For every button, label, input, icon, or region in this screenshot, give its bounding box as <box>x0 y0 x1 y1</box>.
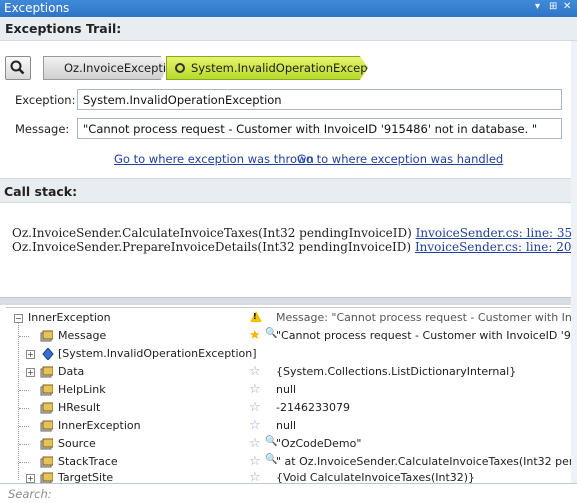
breadcrumb-oz-invoiceexception[interactable]: Oz.InvoiceException <box>43 56 167 80</box>
tree-row-value: "Cannot process request - Customer with … <box>276 329 577 342</box>
exceptions-trail-title: Exceptions Trail: <box>5 21 122 36</box>
tree-row-innerexception-child[interactable]: InnerException ☆ null <box>6 418 577 435</box>
search-button[interactable] <box>5 56 31 80</box>
call-stack-header: Call stack: <box>0 178 577 203</box>
call-stack-title: Call stack: <box>4 184 78 199</box>
magnifier-icon <box>10 60 25 75</box>
property-icon <box>40 402 53 414</box>
call-stack-pane: Oz.InvoiceSender.CalculateInvoiceTaxes(I… <box>0 203 577 297</box>
tree-connector <box>19 462 29 463</box>
stack-frame-source-link[interactable]: InvoiceSender.cs: line: 35 <box>416 226 573 240</box>
tree-row-targetsite[interactable]: + TargetSite ☆ {Void CalculateInvoiceTax… <box>6 470 577 483</box>
search-input[interactable]: Search: <box>8 487 52 501</box>
expand-icon[interactable]: + <box>26 368 35 377</box>
breadcrumb-label: Oz.InvoiceException <box>64 61 181 75</box>
property-icon <box>40 472 53 483</box>
tree-row-value: -2146233079 <box>276 401 350 414</box>
tree-row-name: Source <box>58 437 96 450</box>
stack-frame-method: Oz.InvoiceSender.CalculateInvoiceTaxes(I… <box>12 226 412 240</box>
window-title: Exceptions <box>4 1 70 15</box>
tree-row-name: [System.InvalidOperationException] <box>58 347 257 360</box>
tree-row-value: Message: "Cannot process request - Custo… <box>276 311 577 324</box>
tree-row-name: Message <box>58 329 107 342</box>
tree-connector <box>19 390 29 391</box>
tree-connector <box>19 444 29 445</box>
tree-row-name: InnerException <box>28 311 111 324</box>
property-icon <box>40 330 53 342</box>
vertical-scrollbar[interactable] <box>571 41 577 483</box>
tree-row-name: HResult <box>58 401 101 414</box>
favorite-star-icon[interactable]: ☆ <box>249 364 261 379</box>
breadcrumb-invalidoperationexception[interactable]: System.InvalidOperationException <box>166 56 368 80</box>
tree-row-value: {Void CalculateInvoiceTaxes(Int32)} <box>276 471 476 483</box>
tree-row-data[interactable]: + Data ☆ {System.Collections.ListDiction… <box>6 364 577 381</box>
tree-row-value: null <box>276 419 297 432</box>
type-diamond-icon <box>42 348 54 360</box>
tree-connector <box>19 426 29 427</box>
favorite-star-icon[interactable]: ☆ <box>249 382 261 397</box>
window-titlebar: Exceptions ▾ ⊞ ✕ <box>0 0 577 17</box>
favorite-star-icon[interactable]: ☆ <box>249 436 261 451</box>
favorite-star-icon[interactable]: ☆ <box>249 400 261 415</box>
tree-row-helplink[interactable]: HelpLink ☆ null <box>6 382 577 399</box>
stack-frame-source-link[interactable]: InvoiceSender.cs: line: 20 <box>415 240 572 254</box>
stack-frame: Oz.InvoiceSender.CalculateInvoiceTaxes(I… <box>12 226 572 240</box>
tree-row-value: null <box>276 383 297 396</box>
exceptions-trail-pane: Oz.InvoiceException System.InvalidOperat… <box>0 41 577 178</box>
go-to-thrown-link[interactable]: Go to where exception was thrown <box>114 152 314 166</box>
exception-field[interactable]: System.InvalidOperationException <box>77 89 562 110</box>
breadcrumb-label: System.InvalidOperationException <box>191 61 390 75</box>
go-to-handled-link[interactable]: Go to where exception was handled <box>297 152 503 166</box>
tree-row-name: TargetSite <box>58 471 114 483</box>
favorite-star-icon[interactable]: ☆ <box>249 454 261 469</box>
tree-row-name: HelpLink <box>58 383 106 396</box>
message-label: Message: <box>15 122 70 136</box>
favorite-star-icon[interactable]: ☆ <box>249 470 261 483</box>
panel-splitter[interactable] <box>0 297 577 305</box>
expand-icon[interactable]: + <box>26 350 35 359</box>
tree-row-type[interactable]: + [System.InvalidOperationException] <box>6 346 577 363</box>
favorite-star-icon[interactable]: ★ <box>249 328 261 343</box>
tree-row-name: InnerException <box>58 419 141 432</box>
tree-connector <box>19 336 29 337</box>
property-icon <box>40 384 53 396</box>
tree-row-stacktrace[interactable]: StackTrace ☆ 🔍 " at Oz.InvoiceSender.Cal… <box>6 454 577 471</box>
property-icon <box>40 366 53 378</box>
search-bar[interactable]: Search: <box>0 483 577 503</box>
stack-frame: Oz.InvoiceSender.PrepareInvoiceDetails(I… <box>12 240 572 254</box>
message-field[interactable]: "Cannot process request - Customer with … <box>77 118 562 139</box>
property-icon <box>40 456 53 468</box>
property-icon <box>40 438 53 450</box>
tree-row-innerexception[interactable]: − InnerException ! Message: "Cannot proc… <box>6 310 577 327</box>
tree-row-hresult[interactable]: HResult ☆ -2146233079 <box>6 400 577 417</box>
pin-icon[interactable]: ⊞ <box>549 1 557 12</box>
tree-connector <box>19 408 29 409</box>
collapse-icon[interactable]: − <box>14 314 23 323</box>
stack-frame-method: Oz.InvoiceSender.PrepareInvoiceDetails(I… <box>12 240 412 254</box>
tree-row-name: Data <box>58 365 85 378</box>
tree-row-value: " at Oz.InvoiceSender.CalculateInvoiceTa… <box>276 455 577 468</box>
close-icon[interactable]: ✕ <box>563 1 571 12</box>
current-exception-icon <box>175 63 185 73</box>
exceptions-trail-header: Exceptions Trail: <box>0 17 577 41</box>
exception-label: Exception: <box>15 93 76 107</box>
tree-row-value: "OzCodeDemo" <box>276 437 362 450</box>
exception-tree: − InnerException ! Message: "Cannot proc… <box>6 307 577 483</box>
favorite-star-icon[interactable]: ☆ <box>249 418 261 433</box>
tree-row-name: StackTrace <box>58 455 118 468</box>
dropdown-icon[interactable]: ▾ <box>535 1 540 12</box>
tree-row-message[interactable]: Message ★ 🔍 "Cannot process request - Cu… <box>6 328 577 345</box>
warning-mark: ! <box>253 312 257 321</box>
tree-row-source[interactable]: Source ☆ 🔍 "OzCodeDemo" <box>6 436 577 453</box>
tree-row-value: {System.Collections.ListDictionaryIntern… <box>276 365 517 378</box>
property-icon <box>40 420 53 432</box>
expand-icon[interactable]: + <box>26 474 35 483</box>
